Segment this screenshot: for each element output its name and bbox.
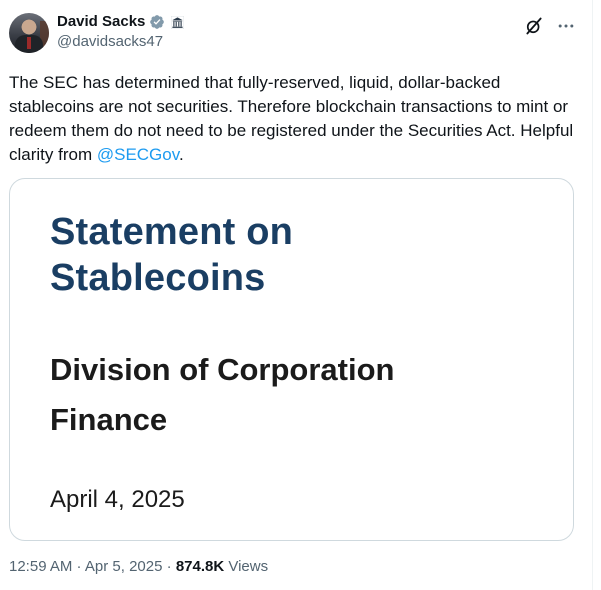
- tweet-meta: 12:59 AM · Apr 5, 2025 · 874.8K Views: [9, 557, 268, 577]
- card-title: Statement on Stablecoins: [50, 209, 293, 301]
- author-display-name[interactable]: David Sacks: [57, 13, 145, 31]
- card-title-line1: Statement on: [50, 211, 294, 253]
- card-date: April 4, 2025: [50, 486, 185, 513]
- tweet-text: The SEC has determined that fully-reserv…: [9, 71, 579, 167]
- card-subtitle-line1: Division of Corporation: [50, 352, 395, 387]
- meta-separator: ·: [72, 558, 85, 575]
- mention-link[interactable]: @SECGov: [97, 145, 179, 164]
- tweet-body-end: .: [178, 145, 184, 164]
- tweet-time[interactable]: 12:59 AM: [9, 558, 72, 575]
- timeline-divider: [592, 0, 601, 590]
- author-handle[interactable]: @davidsacks47: [57, 33, 163, 51]
- card-subtitle: Division of Corporation Finance: [50, 345, 394, 445]
- card-title-line2: Stablecoins: [50, 257, 266, 299]
- tweet-date[interactable]: Apr 5, 2025: [85, 558, 163, 575]
- attached-image-card[interactable]: Statement on Stablecoins Division of Cor…: [9, 178, 574, 541]
- views-label: Views: [224, 558, 269, 575]
- more-icon[interactable]: [556, 16, 576, 36]
- avatar[interactable]: [9, 13, 49, 53]
- tweet-body: The SEC has determined that fully-reserv…: [9, 73, 574, 164]
- verified-badge-icon: [150, 15, 165, 29]
- author-name-row[interactable]: David Sacks: [57, 13, 185, 31]
- government-building-icon: [171, 15, 185, 29]
- card-subtitle-line2: Finance: [50, 402, 168, 437]
- views-count[interactable]: 874.8K: [176, 558, 224, 575]
- avatar-tie: [27, 37, 31, 49]
- meta-separator: ·: [162, 558, 176, 575]
- grok-icon[interactable]: [524, 16, 544, 36]
